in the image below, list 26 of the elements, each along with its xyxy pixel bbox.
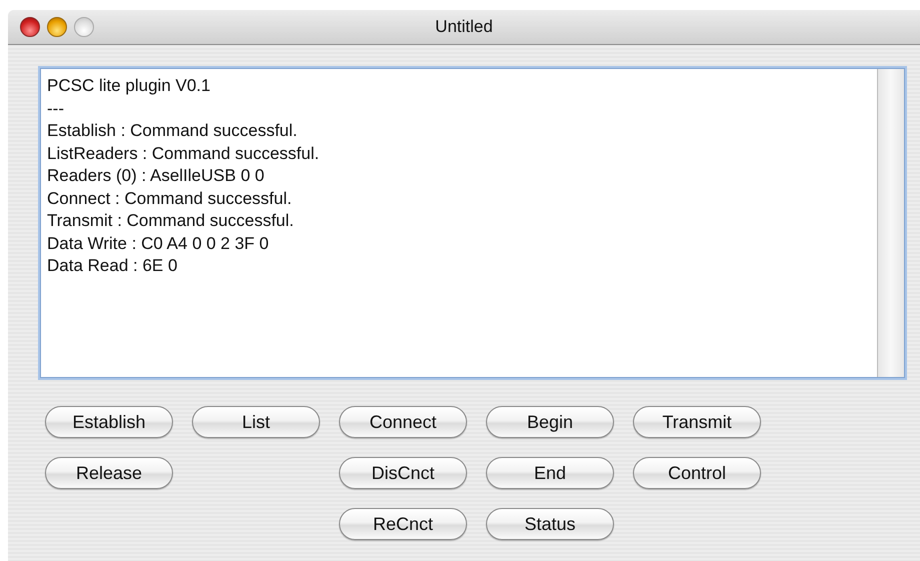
log-line: Transmit : Command successful. (47, 210, 294, 232)
close-icon[interactable] (20, 17, 40, 37)
command-button[interactable]: Status (486, 508, 614, 540)
command-button[interactable]: DisCnct (339, 457, 467, 489)
log-line: PCSC lite plugin V0.1 (47, 75, 210, 97)
log-line: --- (47, 98, 64, 120)
command-button[interactable]: End (486, 457, 614, 489)
command-button[interactable]: List (192, 406, 320, 438)
command-button[interactable]: ReCnct (339, 508, 467, 540)
log-line: Data Write : C0 A4 0 0 2 3F 0 (47, 232, 269, 254)
minimize-icon[interactable] (47, 17, 67, 37)
log-line: Connect : Command successful. (47, 188, 292, 210)
log-line: ListReaders : Command successful. (47, 142, 320, 164)
zoom-icon[interactable] (74, 17, 94, 37)
scroll-bar[interactable] (877, 69, 904, 377)
log-line: Data Read : 6E 0 (47, 255, 178, 277)
log-line: Readers (0) : AselIleUSB 0 0 (47, 165, 264, 187)
command-button[interactable]: Establish (45, 406, 173, 438)
log-line: Establish : Command successful. (47, 120, 298, 142)
command-button[interactable]: Release (45, 457, 173, 489)
command-button[interactable]: Transmit (633, 406, 761, 438)
command-button[interactable]: Begin (486, 406, 614, 438)
command-button[interactable]: Connect (339, 406, 467, 438)
log-text-area[interactable] (40, 68, 905, 378)
command-button[interactable]: Control (633, 457, 761, 489)
window-title: Untitled (435, 17, 493, 36)
